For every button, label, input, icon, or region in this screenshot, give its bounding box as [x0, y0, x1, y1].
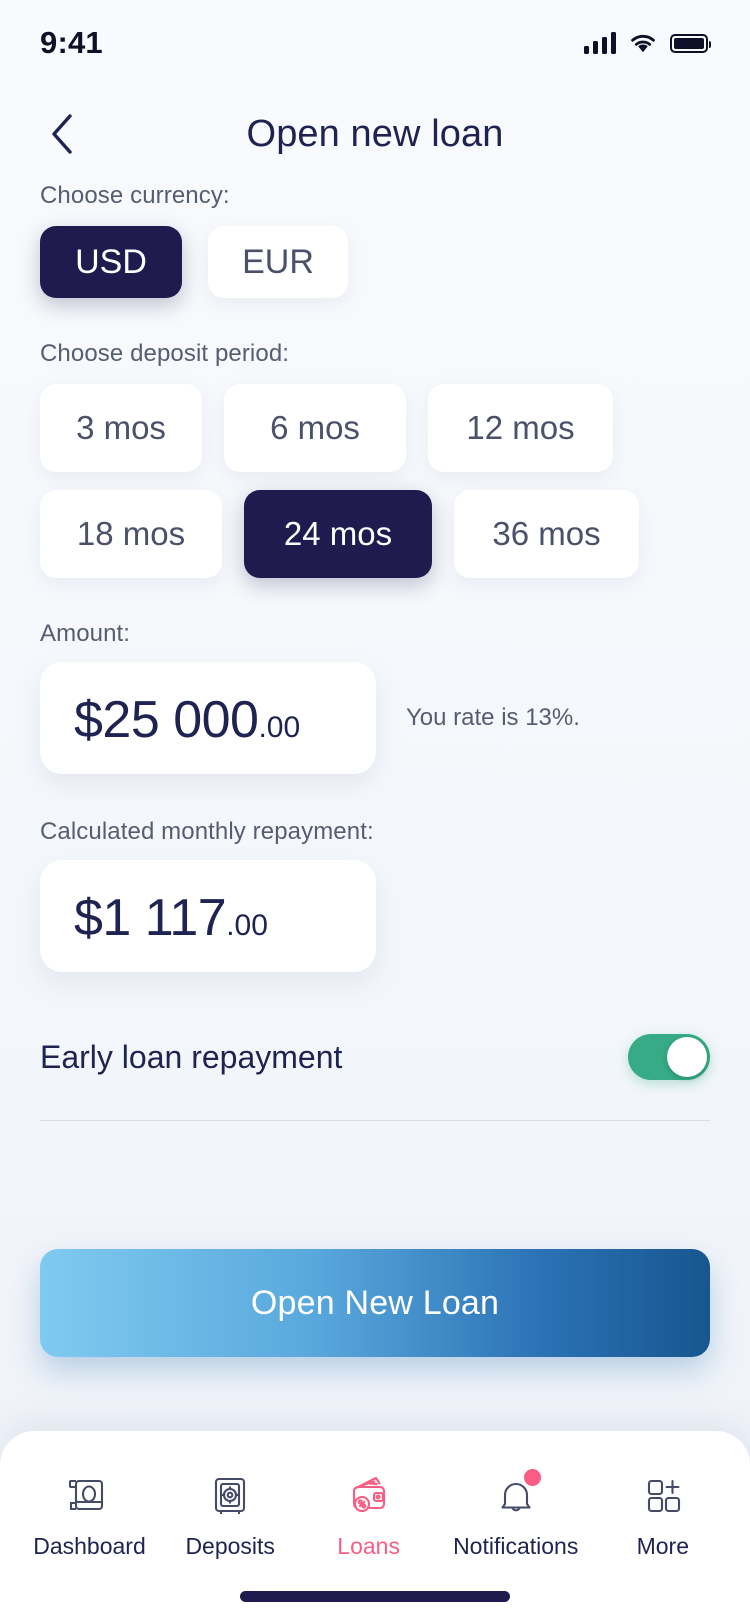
amount-value: $25 000 — [74, 691, 259, 749]
wifi-icon — [631, 34, 655, 52]
repayment-label: Calculated monthly repayment: — [40, 818, 374, 845]
tab-label-deposits: Deposits — [185, 1533, 275, 1559]
bottom-navigation: Dashboard Deposits Loans Notifications M… — [0, 1431, 750, 1624]
tab-label-loans: Loans — [337, 1533, 400, 1559]
tab-deposits[interactable]: Deposits — [176, 1471, 284, 1560]
period-option-18-mos[interactable]: 18 mos — [40, 490, 222, 578]
rate-note: You rate is 13%. — [406, 704, 580, 731]
wallet-percent-icon — [345, 1471, 393, 1519]
deposit-period-label: Choose deposit period: — [40, 340, 290, 367]
app-header: Open new loan — [0, 86, 750, 182]
currency-option-eur[interactable]: EUR — [208, 226, 348, 298]
status-bar: 9:41 — [0, 0, 750, 86]
amount-input[interactable]: $25 000 .00 — [40, 662, 376, 774]
period-option-12-mos[interactable]: 12 mos — [428, 384, 613, 472]
currency-option-usd[interactable]: USD — [40, 226, 182, 298]
deposit-period-row-2: 18 mos 24 mos 36 mos — [40, 490, 710, 578]
back-button[interactable] — [40, 112, 84, 156]
period-option-6-mos[interactable]: 6 mos — [224, 384, 406, 472]
period-option-3-mos[interactable]: 3 mos — [40, 384, 202, 472]
repayment-value: $1 117 — [74, 889, 227, 947]
main-content: Choose currency: USD EUR Choose deposit … — [0, 182, 750, 1431]
grid-plus-icon — [639, 1471, 687, 1519]
chevron-left-icon — [52, 114, 72, 154]
tab-loans[interactable]: Loans — [315, 1471, 423, 1560]
period-option-24-mos[interactable]: 24 mos — [244, 490, 432, 578]
open-new-loan-button[interactable]: Open New Loan — [40, 1249, 710, 1357]
notification-badge — [523, 1469, 541, 1486]
tab-more[interactable]: More — [609, 1471, 717, 1560]
home-indicator — [240, 1591, 510, 1602]
tab-notifications[interactable]: Notifications — [453, 1469, 579, 1560]
repayment-value-card: $1 117 .00 — [40, 860, 376, 972]
money-bill-icon — [65, 1471, 113, 1519]
tab-label-notifications: Notifications — [453, 1533, 579, 1559]
status-icons — [583, 32, 711, 54]
amount-label: Amount: — [40, 620, 131, 647]
early-repayment-label: Early loan repayment — [40, 1038, 343, 1075]
safe-vault-icon — [206, 1471, 254, 1519]
repayment-cents: .00 — [226, 909, 268, 942]
period-option-36-mos[interactable]: 36 mos — [454, 490, 639, 578]
bell-icon — [492, 1469, 541, 1519]
repayment-block: $1 117 .00 — [40, 860, 710, 972]
page-title: Open new loan — [246, 112, 504, 155]
tab-label-dashboard: Dashboard — [33, 1533, 146, 1559]
battery-full-icon — [670, 33, 711, 53]
early-repayment-row: Early loan repayment — [40, 1034, 710, 1121]
cellular-signal-icon — [583, 32, 616, 54]
amount-block: $25 000 .00 You rate is 13%. — [40, 662, 710, 774]
amount-cents: .00 — [258, 711, 301, 744]
tab-label-more: More — [636, 1533, 689, 1559]
status-time: 9:41 — [40, 25, 103, 60]
tab-dashboard[interactable]: Dashboard — [33, 1471, 146, 1560]
early-repayment-toggle[interactable] — [628, 1034, 710, 1080]
currency-options: USD EUR — [40, 226, 710, 298]
phone-screen: 9:41 Open new loan Choose currency: USD … — [0, 0, 750, 1624]
cta-wrapper: Open New Loan — [40, 1249, 710, 1357]
currency-label: Choose currency: — [40, 182, 230, 209]
deposit-period-row-1: 3 mos 6 mos 12 mos — [40, 384, 710, 472]
deposit-period-options: 3 mos 6 mos 12 mos 18 mos 24 mos 36 mos — [40, 384, 710, 578]
toggle-knob — [667, 1037, 707, 1077]
